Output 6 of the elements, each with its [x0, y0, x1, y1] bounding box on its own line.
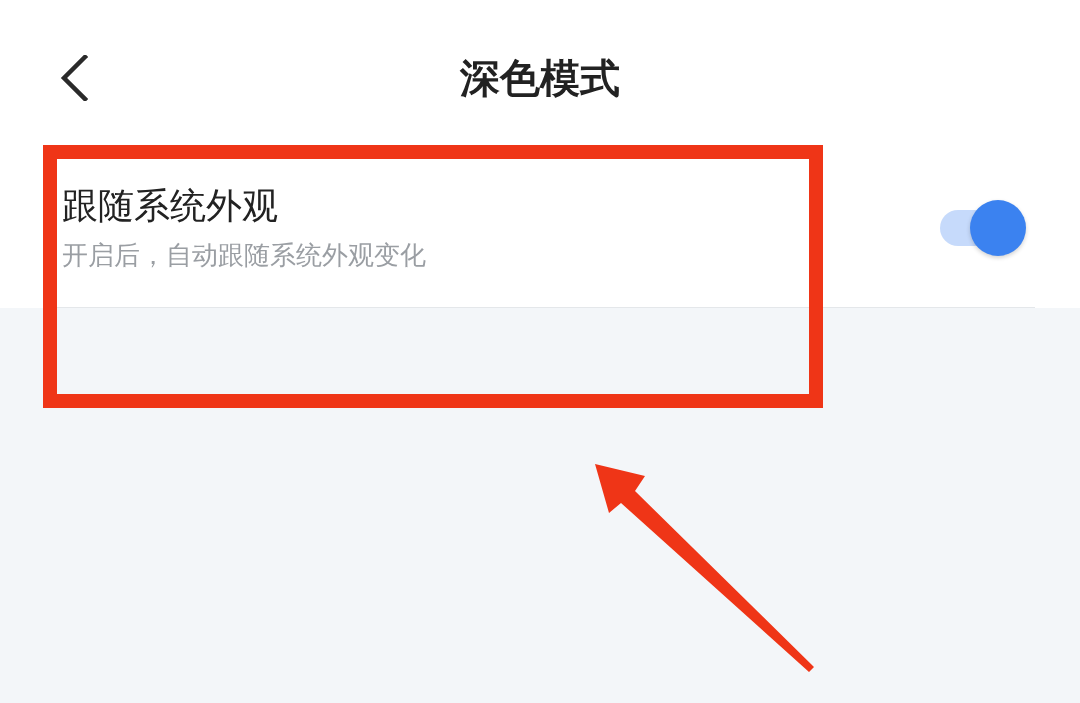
- setting-label: 跟随系统外观: [62, 183, 278, 228]
- back-icon: [60, 55, 88, 101]
- toggle-switch[interactable]: [939, 198, 1027, 257]
- setting-description: 开启后，自动跟随系统外观变化: [62, 238, 426, 272]
- back-button[interactable]: [60, 55, 88, 101]
- page-title: 深色模式: [460, 54, 620, 103]
